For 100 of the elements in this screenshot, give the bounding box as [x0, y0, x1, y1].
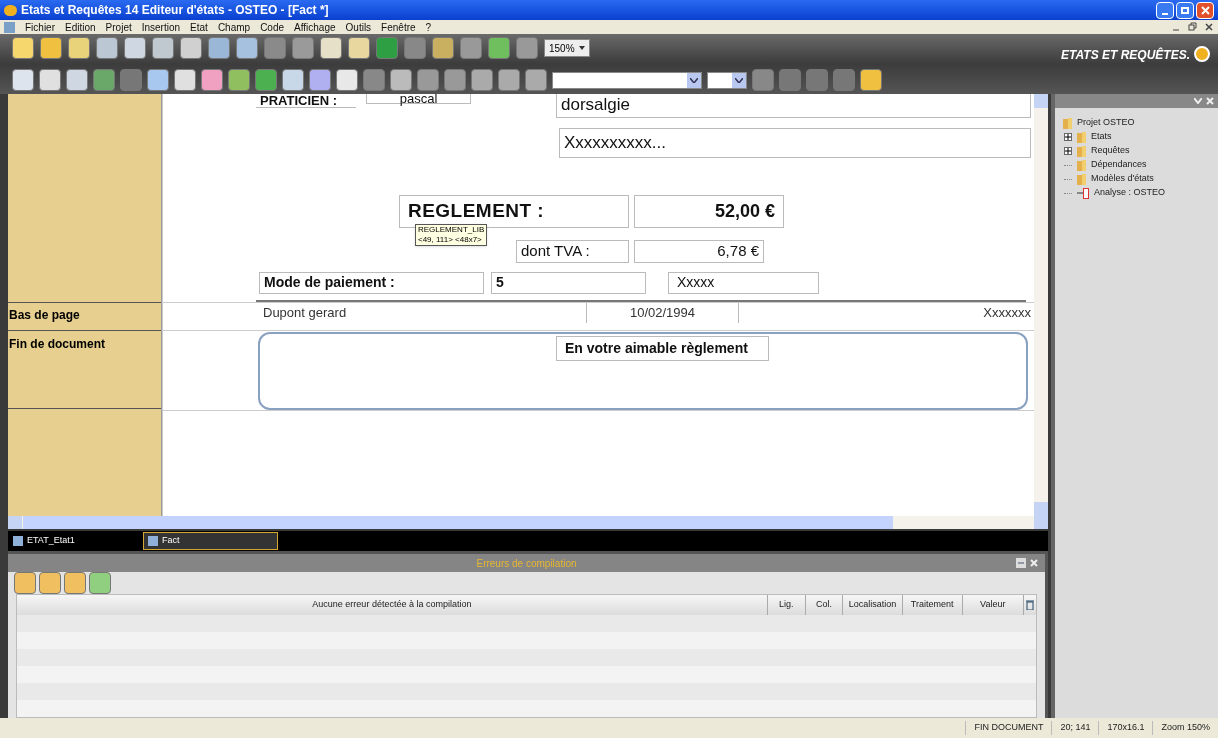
font-dropdown[interactable]	[552, 71, 702, 89]
toolbar-icon[interactable]	[174, 69, 196, 91]
minimize-button[interactable]	[1156, 1, 1174, 19]
toolbar-icon[interactable]	[860, 69, 882, 91]
tree-item[interactable]: Dépendances	[1091, 158, 1147, 172]
menu-item[interactable]: Edition	[65, 19, 96, 35]
logo-icon	[1194, 46, 1210, 62]
status-text: 170x16.1	[1098, 721, 1153, 735]
toolbar-icon[interactable]	[152, 37, 174, 59]
tree-item[interactable]: Analyse : OSTEO	[1094, 186, 1166, 200]
tree-item[interactable]: Etats	[1091, 130, 1112, 144]
document-tab[interactable]: Fact	[143, 532, 278, 550]
toolbar-icon[interactable]	[66, 69, 88, 91]
horizontal-scrollbar[interactable]	[8, 516, 1048, 530]
toolbar-icon[interactable]	[255, 69, 277, 91]
document-icon	[4, 21, 15, 33]
toolbar-icon[interactable]	[208, 37, 230, 59]
close-icon	[1200, 5, 1210, 15]
status-text: Zoom 150%	[1152, 721, 1218, 735]
toolbar-icon[interactable]	[282, 69, 304, 91]
menu-item[interactable]: Champ	[217, 19, 251, 35]
restore-icon[interactable]	[1188, 22, 1197, 32]
folder-icon	[1077, 159, 1087, 171]
toolbar-icon[interactable]	[96, 37, 118, 59]
status-text: 20; 141	[1051, 721, 1099, 735]
report-field[interactable]: Xxxxx	[668, 272, 819, 294]
report-field[interactable]: 52,00 €	[634, 195, 784, 228]
diagram-icon	[1077, 187, 1090, 199]
report-field[interactable]: Xxxxxxx	[741, 303, 1031, 323]
toolbar-icon[interactable]	[390, 69, 412, 91]
toolbar-icon[interactable]	[320, 37, 342, 59]
expand-icon[interactable]	[1064, 133, 1072, 141]
report-field[interactable]: Mode de paiement :	[259, 272, 484, 294]
toolbar-icon[interactable]	[309, 69, 331, 91]
toolbar-icon[interactable]	[432, 37, 454, 59]
toolbar-icon[interactable]	[147, 69, 169, 91]
toolbar-icon[interactable]	[236, 37, 258, 59]
menu-item[interactable]: Insertion	[141, 19, 181, 35]
document-tab[interactable]: ETAT_Etat1	[8, 532, 143, 550]
tooltip: REGLEMENT_LIB <49, 111> <48x7>	[415, 224, 488, 246]
app-icon	[4, 4, 17, 16]
report-field[interactable]: En votre aimable règlement	[556, 336, 769, 361]
menu-item[interactable]: Fenêtre	[381, 19, 416, 35]
toolbar-icon[interactable]	[228, 69, 250, 91]
chevron-icon	[735, 77, 743, 83]
report-field[interactable]: PRATICIEN :	[256, 94, 356, 108]
toolbar-icon[interactable]	[39, 69, 61, 91]
report-field[interactable]: 5	[491, 272, 646, 294]
toolbar-icon[interactable]	[444, 69, 466, 91]
tree-item[interactable]: Modèles d'états	[1091, 172, 1154, 186]
toolbar-icon[interactable]	[12, 37, 34, 59]
menu-item[interactable]: Affichage	[294, 19, 336, 35]
report-field[interactable]: 6,78 €	[634, 240, 764, 263]
toolbar-icon[interactable]	[348, 37, 370, 59]
chevron-icon	[690, 77, 698, 83]
toolbar-icon[interactable]	[525, 69, 547, 91]
vertical-scrollbar[interactable]	[1034, 94, 1048, 517]
caret-icon	[578, 46, 585, 50]
menu-item[interactable]: Projet	[105, 19, 132, 35]
toolbar-icon[interactable]	[417, 69, 439, 91]
toolbar-icon[interactable]	[40, 37, 62, 59]
expand-icon[interactable]	[1064, 147, 1072, 155]
restore-button[interactable]	[1176, 1, 1194, 19]
pin-icon[interactable]	[1016, 558, 1026, 568]
logo-text: ETATS ET REQUÊTES.	[1061, 46, 1190, 64]
chevron-icon[interactable]	[1194, 98, 1202, 104]
report-field[interactable]: dorsalgie	[556, 94, 1031, 118]
toolbar-icon[interactable]	[124, 37, 146, 59]
report-field[interactable]: Dupont gerard	[259, 303, 586, 323]
window-title: Etats et Requêtes 14 Editeur d'états - OSTEO - [Fact *]	[21, 2, 329, 19]
toolbar-icon[interactable]	[498, 69, 520, 91]
report-field[interactable]: dont TVA :	[516, 240, 629, 263]
menu-item[interactable]: Fichier	[25, 19, 55, 35]
report-field[interactable]: pascal	[366, 94, 471, 104]
toolbar-icon[interactable]	[93, 69, 115, 91]
tree-item[interactable]: Requêtes	[1091, 144, 1130, 158]
close-icon[interactable]	[1205, 22, 1214, 32]
toolbar-icon[interactable]	[336, 69, 358, 91]
report-field[interactable]: Xxxxxxxxxx...	[559, 128, 1031, 158]
menu-item[interactable]: Outils	[345, 19, 372, 35]
toolbar-icon[interactable]	[12, 69, 34, 91]
size-dropdown[interactable]	[707, 71, 747, 89]
toolbar-icon[interactable]	[201, 69, 223, 91]
menu-item[interactable]: Etat	[190, 19, 208, 35]
section-label: Fin de document	[9, 336, 105, 353]
toolbar-icon[interactable]	[180, 37, 202, 59]
close-button[interactable]	[1196, 1, 1214, 19]
tree-item[interactable]: Projet OSTEO	[1077, 116, 1135, 130]
menu-item[interactable]: ?	[425, 19, 432, 35]
toolbar-icon[interactable]	[68, 37, 90, 59]
menu-item[interactable]: Code	[260, 19, 285, 35]
toolbar-icon[interactable]	[488, 37, 510, 59]
folder-icon	[1077, 145, 1087, 157]
report-field[interactable]: 10/02/1994	[586, 303, 739, 323]
zoom-dropdown[interactable]: 150%	[544, 39, 590, 57]
toolbar-icon[interactable]	[471, 69, 493, 91]
panel-title: Erreurs de compilation	[476, 556, 577, 571]
status-text: FIN DOCUMENT	[965, 721, 1052, 735]
section-label: Bas de page	[9, 307, 80, 324]
folder-icon	[1077, 131, 1087, 143]
